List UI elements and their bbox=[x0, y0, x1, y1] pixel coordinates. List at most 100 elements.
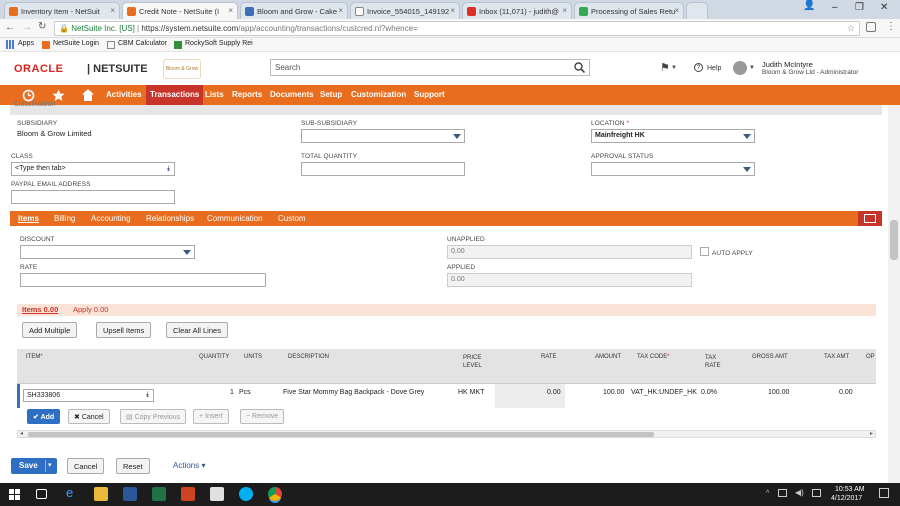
tray-up-icon[interactable]: ^ bbox=[766, 490, 769, 497]
new-tab-button[interactable] bbox=[686, 2, 708, 19]
recent-records-icon[interactable]: ⚑ bbox=[660, 61, 670, 74]
tab-billing[interactable]: Billing bbox=[54, 214, 75, 223]
add-multiple-button[interactable]: Add Multiple bbox=[22, 322, 78, 338]
scroll-left-icon[interactable]: ◂ bbox=[20, 430, 23, 437]
subtab-layout-icon[interactable] bbox=[858, 211, 882, 226]
extension-icon[interactable] bbox=[866, 22, 876, 32]
scroll-right-icon[interactable]: ▸ bbox=[870, 430, 873, 437]
url-input[interactable]: 🔒 NetSuite Inc. [US] | https://system.ne… bbox=[54, 21, 860, 36]
tab-items[interactable]: Items bbox=[18, 214, 39, 223]
close-icon[interactable]: × bbox=[674, 6, 679, 15]
save-button[interactable]: Save bbox=[19, 461, 38, 470]
gross-amt-cell[interactable]: 100.00 bbox=[768, 389, 789, 396]
bookmark-apps[interactable]: Apps bbox=[18, 40, 34, 47]
close-icon[interactable]: × bbox=[338, 6, 343, 15]
sub-subsidiary-select[interactable] bbox=[301, 129, 465, 143]
scrollbar-thumb[interactable] bbox=[28, 432, 654, 437]
notification-icon[interactable] bbox=[879, 488, 889, 498]
edge-icon[interactable]: e bbox=[66, 485, 80, 500]
item-input[interactable]: SH333806 ⯯ bbox=[23, 389, 154, 402]
menu-icon[interactable]: ⋮ bbox=[886, 21, 896, 32]
maximize-icon[interactable]: ❐ bbox=[855, 2, 864, 13]
upsell-items-button[interactable]: Upsell Items bbox=[96, 322, 152, 338]
chrome-icon[interactable] bbox=[268, 487, 282, 501]
nav-lists[interactable]: Lists bbox=[205, 85, 224, 105]
browser-tab-credit-note[interactable]: Credit Note - NetSuite (I × bbox=[122, 2, 238, 19]
skype-icon[interactable] bbox=[239, 487, 253, 501]
approval-status-select[interactable] bbox=[591, 162, 755, 176]
taskbar-time[interactable]: 10:53 AM bbox=[835, 486, 865, 493]
help-icon[interactable]: ? bbox=[694, 63, 703, 72]
tax-code-cell[interactable]: VAT_HK:UNDEF_HK bbox=[631, 389, 697, 396]
task-view-icon[interactable] bbox=[36, 489, 47, 499]
nav-documents[interactable]: Documents bbox=[270, 85, 314, 105]
remove-line-button[interactable]: − Remove bbox=[240, 409, 285, 424]
scrollbar-thumb[interactable] bbox=[890, 220, 898, 260]
word-icon[interactable] bbox=[123, 487, 137, 501]
avatar[interactable] bbox=[733, 61, 747, 75]
reload-icon[interactable]: ↻ bbox=[38, 21, 46, 32]
help-link[interactable]: Help bbox=[707, 65, 721, 72]
clear-all-lines-button[interactable]: Clear All Lines bbox=[166, 322, 228, 338]
double-chevron-down-icon[interactable]: ⯯ bbox=[166, 164, 171, 174]
tab-accounting[interactable]: Accounting bbox=[91, 214, 131, 223]
tax-amt-cell[interactable]: 0.00 bbox=[839, 389, 853, 396]
user-name[interactable]: Judith McIntyre bbox=[762, 60, 813, 69]
forward-icon[interactable]: → bbox=[22, 22, 32, 33]
nav-customization[interactable]: Customization bbox=[351, 85, 406, 105]
nav-support[interactable]: Support bbox=[414, 85, 445, 105]
apply-total-tab[interactable]: Apply 0.00 bbox=[73, 305, 108, 314]
close-icon[interactable]: × bbox=[110, 6, 115, 15]
acrobat-icon[interactable] bbox=[210, 487, 224, 501]
browser-tab-inventory-item[interactable]: Inventory Item - NetSuit × bbox=[4, 2, 120, 19]
browser-tab-processing[interactable]: Processing of Sales Retu × bbox=[574, 2, 684, 19]
grid-horizontal-scrollbar[interactable]: ◂ ▸ bbox=[17, 430, 876, 438]
price-level-cell[interactable]: HK MKT bbox=[458, 389, 484, 396]
auto-apply-checkbox[interactable] bbox=[700, 247, 709, 256]
location-select[interactable]: Mainfreight HK bbox=[591, 129, 755, 143]
add-line-button[interactable]: ✔ Add bbox=[27, 409, 61, 424]
home-icon[interactable] bbox=[81, 88, 95, 102]
taskbar-date[interactable]: 4/12/2017 bbox=[831, 495, 862, 502]
close-icon[interactable]: × bbox=[228, 6, 233, 15]
discount-select[interactable] bbox=[20, 245, 195, 259]
total-quantity-input[interactable] bbox=[301, 162, 465, 176]
double-chevron-down-icon[interactable]: ⯯ bbox=[145, 390, 150, 400]
rate-input[interactable] bbox=[20, 273, 266, 287]
profile-icon[interactable]: 👤 bbox=[803, 0, 815, 11]
page-vertical-scrollbar[interactable] bbox=[888, 105, 900, 483]
nav-setup[interactable]: Setup bbox=[320, 85, 342, 105]
paypal-email-input[interactable] bbox=[11, 190, 175, 204]
cancel-line-button[interactable]: ✖ Cancel bbox=[68, 409, 110, 424]
amount-cell[interactable]: 100.00 bbox=[603, 389, 624, 396]
browser-tab-inbox[interactable]: Inbox (11,071) - judith@ × bbox=[462, 2, 572, 19]
powerpoint-icon[interactable] bbox=[181, 487, 195, 501]
chevron-down-icon[interactable]: ▾ bbox=[48, 461, 52, 469]
file-explorer-icon[interactable] bbox=[94, 487, 108, 501]
windows-start-icon[interactable] bbox=[9, 489, 20, 500]
units-cell[interactable]: Pcs bbox=[239, 389, 251, 396]
global-search-input[interactable]: Search bbox=[270, 59, 590, 76]
browser-tab-invoice[interactable]: Invoice_554015_149192 × bbox=[350, 2, 460, 19]
items-total-tab[interactable]: Items 0.00 bbox=[22, 305, 58, 314]
save-split-button[interactable]: Save ▾ bbox=[11, 458, 57, 474]
quantity-cell[interactable]: 1 bbox=[230, 389, 234, 396]
close-icon[interactable]: × bbox=[562, 6, 567, 15]
class-input[interactable]: <Type then tab> ⯯ bbox=[11, 162, 175, 176]
minimize-icon[interactable]: – bbox=[832, 2, 838, 13]
browser-tab-bloom-and-grow[interactable]: Bloom and Grow - Cake × bbox=[240, 2, 348, 19]
nav-transactions[interactable]: Transactions bbox=[146, 85, 204, 105]
tab-custom[interactable]: Custom bbox=[278, 214, 306, 223]
bookmark-cbm-calculator[interactable]: CBM Calculator bbox=[118, 40, 167, 47]
language-icon[interactable] bbox=[812, 489, 821, 497]
nav-reports[interactable]: Reports bbox=[232, 85, 262, 105]
copy-previous-button[interactable]: ▤ Copy Previous bbox=[120, 409, 187, 424]
actions-menu[interactable]: Actions ▾ bbox=[173, 461, 205, 470]
close-icon[interactable]: × bbox=[450, 6, 455, 15]
bookmark-netsuite-login[interactable]: NetSuite Login bbox=[53, 40, 99, 47]
back-icon[interactable]: ← bbox=[5, 22, 15, 33]
cancel-button[interactable]: Cancel bbox=[67, 458, 105, 474]
tax-rate-cell[interactable]: 0.0% bbox=[701, 389, 717, 396]
tab-relationships[interactable]: Relationships bbox=[146, 214, 194, 223]
rate-cell[interactable]: 0.00 bbox=[547, 389, 561, 396]
